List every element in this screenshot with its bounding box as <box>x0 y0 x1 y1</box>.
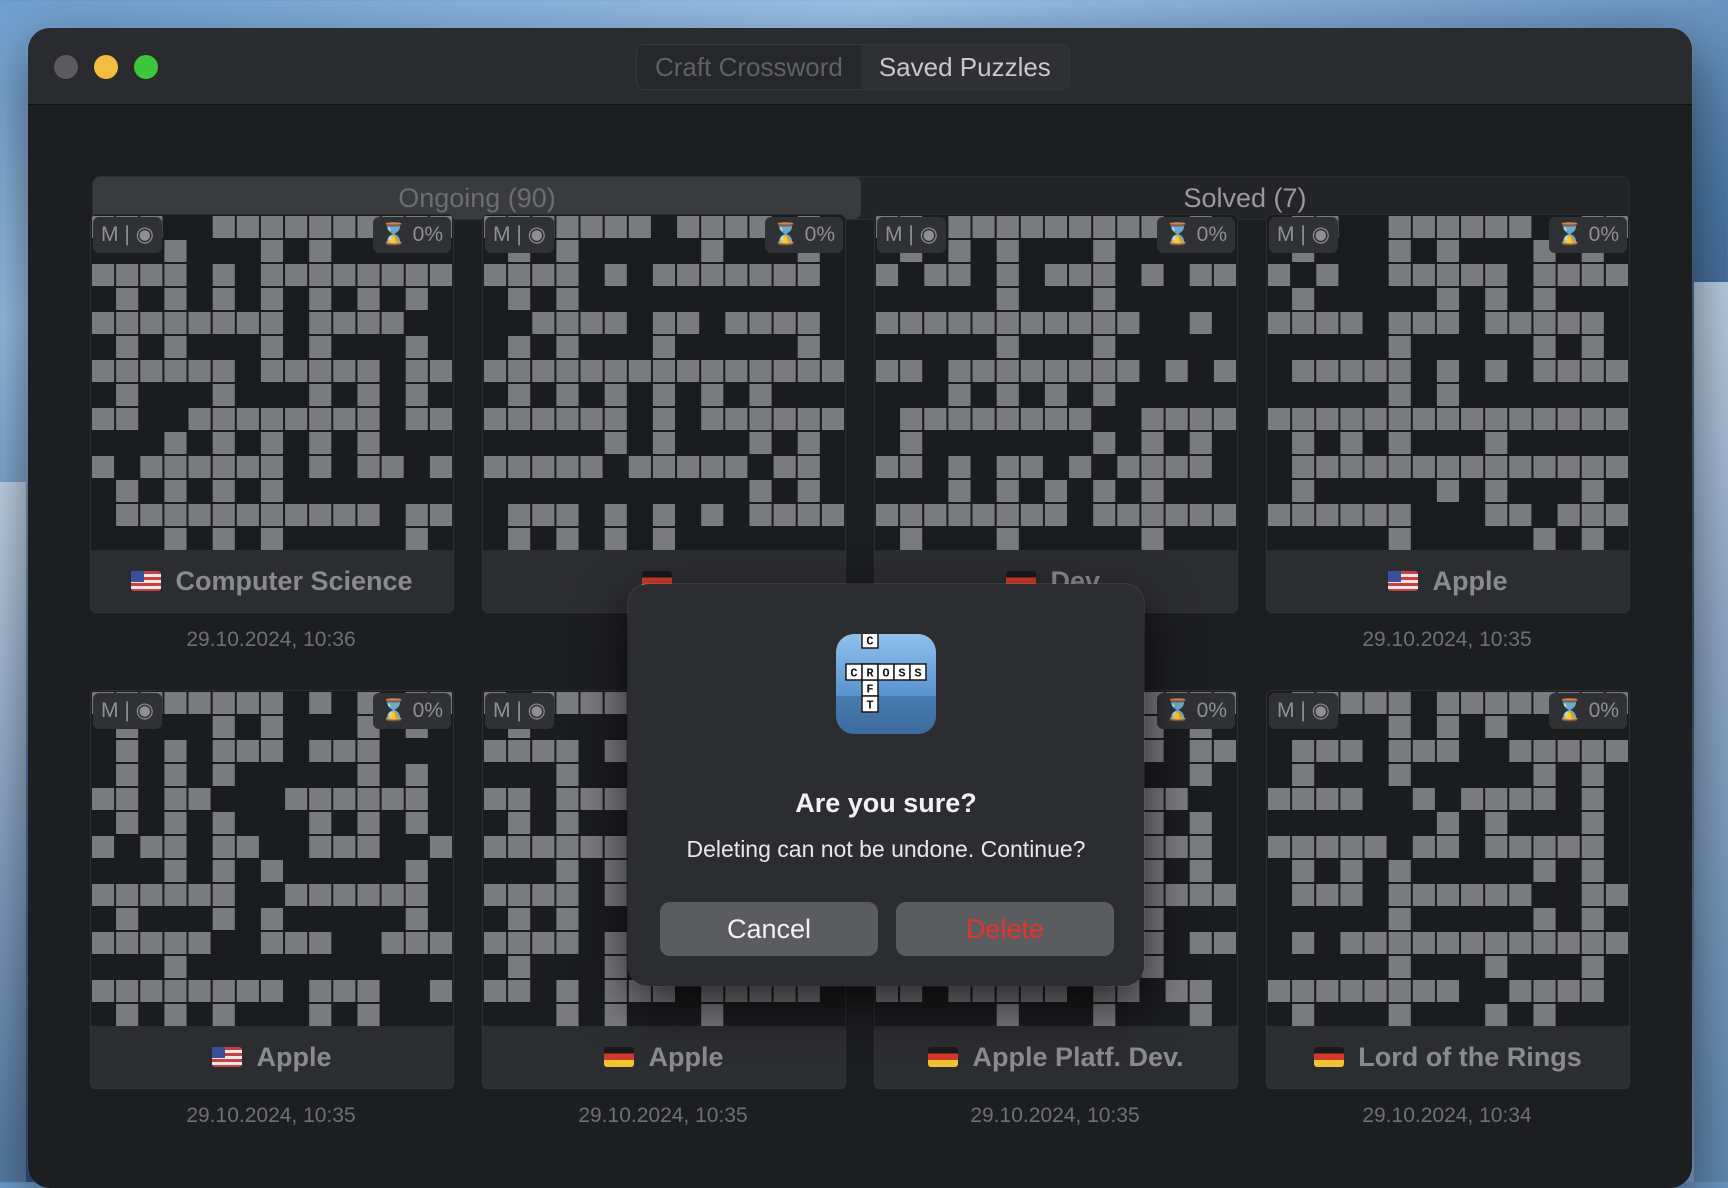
puzzle-card[interactable]: M | ◉ ⌛ 0% Apple 29.10.2024, 10:35 <box>90 690 454 1127</box>
card-title: Apple <box>648 1041 724 1072</box>
german-flag-icon <box>604 1047 635 1067</box>
us-flag-icon <box>1388 571 1419 591</box>
mode-badge: M | ◉ <box>877 217 946 253</box>
tab-craft-crossword[interactable]: Craft Crossword <box>637 45 861 89</box>
svg-text:S: S <box>914 667 921 681</box>
mode-badge: M | ◉ <box>485 217 554 253</box>
card-date: 29.10.2024, 10:35 <box>970 1104 1140 1127</box>
progress-badge: ⌛ 0% <box>1548 693 1627 729</box>
card-footer: Apple <box>1266 550 1630 613</box>
card-footer: Lord of the Rings <box>1266 1026 1630 1089</box>
icon-letter-across: S <box>909 663 927 681</box>
svg-text:S: S <box>898 667 905 681</box>
title-bar: Craft Crossword Saved Puzzles <box>28 28 1692 105</box>
filter-ongoing[interactable]: Ongoing (90) <box>93 177 861 219</box>
us-flag-icon <box>212 1047 243 1067</box>
mode-badge: M | ◉ <box>93 217 162 253</box>
mode-badge: M | ◉ <box>485 693 554 729</box>
delete-confirmation-dialog: CAFTCROSS Are you sure? Deleting can not… <box>628 584 1144 986</box>
icon-letter-across: S <box>893 663 911 681</box>
main-tab-control: Craft Crossword Saved Puzzles <box>636 44 1070 90</box>
dialog-message: Deleting can not be undone. Continue? <box>686 836 1086 862</box>
filter-solved[interactable]: Solved (7) <box>861 177 1629 219</box>
card-footer: Computer Science <box>90 550 454 613</box>
crossword-preview: M | ◉ ⌛ 0% <box>90 214 454 552</box>
app-icon: CAFTCROSS <box>836 634 936 734</box>
svg-text:T: T <box>866 699 873 713</box>
svg-text:F: F <box>866 683 873 697</box>
delete-button[interactable]: Delete <box>896 902 1114 956</box>
card-title: Apple <box>256 1041 332 1072</box>
crossword-preview: M | ◉ ⌛ 0% <box>1266 214 1630 552</box>
card-date: 29.10.2024, 10:34 <box>1362 1104 1532 1127</box>
app-window: Craft Crossword Saved Puzzles Ongoing (9… <box>28 28 1692 1188</box>
svg-text:C: C <box>866 635 873 649</box>
card-date: 29.10.2024, 10:35 <box>186 1104 356 1127</box>
zoom-window-button[interactable] <box>134 55 158 79</box>
icon-letter-across: O <box>877 663 895 681</box>
puzzle-card[interactable]: M | ◉⌛ 0%Dev.35 <box>874 214 1238 651</box>
puzzle-card[interactable]: M | ◉ ⌛ 0% Apple 29.10.2024, 10:35 <box>1266 214 1630 651</box>
progress-badge: ⌛ 0% <box>372 693 451 729</box>
icon-letter-down: C <box>861 634 879 649</box>
svg-text:C: C <box>850 667 857 681</box>
card-footer: Apple Platf. Dev. <box>874 1026 1238 1089</box>
mode-badge: M | ◉ <box>1269 693 1338 729</box>
german-flag-icon <box>1314 1047 1345 1067</box>
crossword-preview: M | ◉ ⌛ 0% <box>874 214 1238 552</box>
mode-badge: M | ◉ <box>1269 217 1338 253</box>
progress-badge: ⌛ 0% <box>1156 217 1235 253</box>
card-date: 29.10.2024, 10:35 <box>578 1104 748 1127</box>
icon-letter-down: T <box>861 695 879 713</box>
dialog-title: Are you sure? <box>795 788 977 818</box>
card-footer: Apple <box>482 1026 846 1089</box>
card-title: Lord of the Rings <box>1358 1041 1582 1072</box>
crossword-preview: M | ◉ ⌛ 0% <box>482 214 846 552</box>
card-title: Apple Platf. Dev. <box>972 1041 1184 1072</box>
progress-badge: ⌛ 0% <box>1156 693 1235 729</box>
progress-badge: ⌛ 0% <box>372 217 451 253</box>
german-flag-icon <box>928 1047 959 1067</box>
puzzle-card[interactable]: M | ◉ ⌛ 0% Lord of the Rings 29.10.2024, 10… <box>1266 690 1630 1127</box>
puzzle-card[interactable]: M | ◉ ⌛ 0% Computer Science 29.10.2024, 10:… <box>90 214 454 651</box>
progress-badge: ⌛ 0% <box>764 217 843 253</box>
icon-letter-across: R <box>861 663 879 681</box>
svg-text:R: R <box>866 667 874 681</box>
svg-text:O: O <box>882 667 889 681</box>
us-flag-icon <box>131 571 162 591</box>
card-date: 29.10.2024, 10:35 <box>1362 628 1532 651</box>
crossword-preview: M | ◉ ⌛ 0% <box>90 690 454 1028</box>
minimize-window-button[interactable] <box>94 55 118 79</box>
crossword-preview: M | ◉ ⌛ 0% <box>1266 690 1630 1028</box>
icon-letter-across: C <box>845 663 863 681</box>
card-title: Computer Science <box>175 565 413 596</box>
puzzle-card[interactable]: M | ◉⌛ 0%29 <box>482 214 846 651</box>
tab-saved-puzzles[interactable]: Saved Puzzles <box>860 45 1069 89</box>
cancel-button[interactable]: Cancel <box>660 902 878 956</box>
close-window-button[interactable] <box>54 55 78 79</box>
mode-badge: M | ◉ <box>93 693 162 729</box>
card-date: 29.10.2024, 10:36 <box>186 628 356 651</box>
icon-letter-down: F <box>861 679 879 697</box>
card-footer: Apple <box>90 1026 454 1089</box>
card-title: Apple <box>1432 565 1508 596</box>
progress-badge: ⌛ 0% <box>1548 217 1627 253</box>
